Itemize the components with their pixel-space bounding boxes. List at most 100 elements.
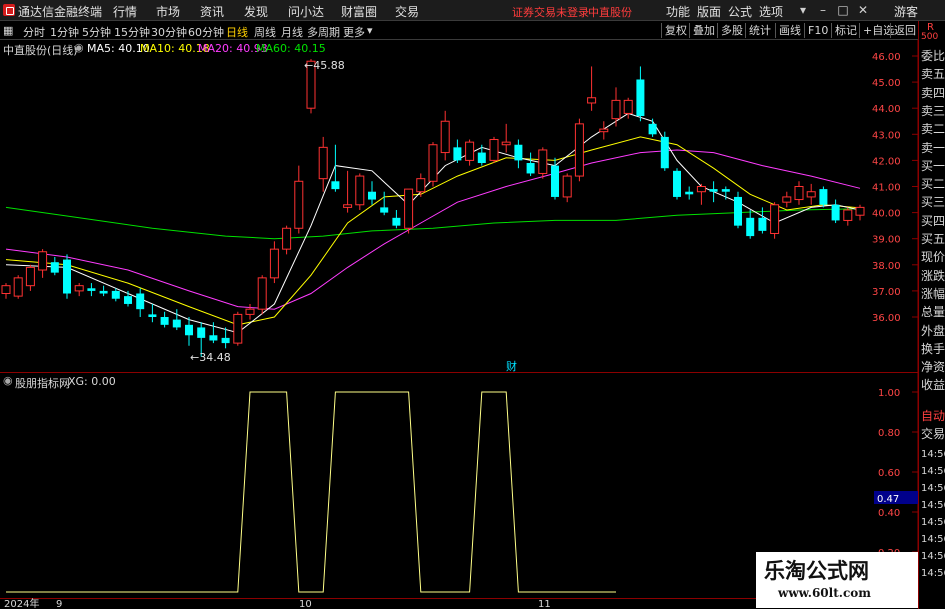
- btn-duogu[interactable]: 多股: [717, 23, 746, 38]
- ma60-label: MA60: 40.15: [256, 42, 326, 55]
- candle-body-up: [770, 204, 780, 234]
- candle-body-up: [501, 141, 511, 146]
- rpanel-item: 现价: [921, 250, 945, 265]
- tf-60min[interactable]: 60分钟: [188, 24, 224, 40]
- candle-body-down: [660, 136, 669, 169]
- maximize-icon[interactable]: □: [836, 3, 850, 17]
- rpanel-item: 自动: [921, 409, 945, 423]
- app-title: 通达信金融终端: [18, 5, 103, 19]
- rpanel-item: 买一: [921, 158, 945, 173]
- candle-body-up: [269, 248, 279, 279]
- candle-body-up: [38, 251, 48, 271]
- kline-y-tick-label: 36.00: [872, 313, 901, 324]
- ma60-line: [5, 206, 861, 240]
- candle-body-down: [685, 191, 694, 195]
- rpanel-item: 卖二: [921, 122, 945, 137]
- candle-body-down: [172, 319, 181, 328]
- tf-fenshi[interactable]: 分时: [23, 24, 45, 40]
- candle-body-up: [25, 266, 35, 287]
- menu-gongneng[interactable]: 功能: [666, 3, 690, 20]
- btn-f10[interactable]: F10: [804, 23, 831, 38]
- candle-body-up: [13, 277, 23, 297]
- btn-diejia[interactable]: 叠加: [689, 23, 718, 38]
- rpanel-item: 委比: [921, 49, 945, 63]
- btn-huaxian[interactable]: 画线: [775, 23, 804, 38]
- candle-body-up: [855, 206, 865, 216]
- candle-body-up: [282, 227, 292, 250]
- menubar: 通达信金融终端 行情 市场 资讯 发现 问小达 财富圈 交易 证券交易未登录 中…: [0, 0, 945, 21]
- rpanel-item: 涨跌: [921, 268, 945, 283]
- grid-icon[interactable]: ▦: [3, 24, 13, 37]
- candle-body-down: [648, 123, 657, 135]
- rpanel-item: 14:56: [921, 551, 945, 562]
- tf-15min[interactable]: 15分钟: [114, 24, 150, 40]
- menu-shichang[interactable]: 市场: [156, 3, 180, 20]
- menu-gongshi[interactable]: 公式: [728, 3, 752, 20]
- candle-body-down: [392, 217, 401, 226]
- more-chevron-icon[interactable]: ▾: [367, 24, 373, 37]
- tf-monthly[interactable]: 月线: [281, 24, 303, 40]
- kline-y-tick-label: 46.00: [872, 52, 901, 63]
- kline-svg[interactable]: 46.00 45.00 44.00 43.00 42.00 41.00 40.00 39.00…: [0, 40, 919, 372]
- menu-faxian[interactable]: 发现: [244, 3, 268, 20]
- candle-body-down: [136, 293, 145, 310]
- xg-line: [6, 391, 616, 593]
- kline-y-tick-label: 37.00: [872, 287, 901, 298]
- rpanel-500: 500: [921, 32, 939, 42]
- candle-body-up: [318, 146, 328, 180]
- menu-dropdown-icon[interactable]: ▾: [796, 3, 810, 17]
- indicator-settings-icon[interactable]: ◉: [3, 374, 13, 387]
- candle-body-down: [380, 207, 389, 213]
- candle-body-up: [257, 277, 267, 310]
- rpanel-item: 换手: [921, 341, 945, 356]
- user-guest[interactable]: 游客: [894, 3, 918, 20]
- candle-body-down: [197, 327, 206, 338]
- rpanel-item: 14:56: [921, 517, 945, 528]
- kline-settings-icon[interactable]: ◉: [74, 41, 84, 54]
- tf-daily[interactable]: 日线: [226, 24, 248, 40]
- candle-body-down: [721, 189, 730, 192]
- candle-body-down: [87, 288, 96, 291]
- tf-30min[interactable]: 30分钟: [151, 24, 187, 40]
- btn-biaoji[interactable]: 标记: [831, 23, 860, 38]
- rpanel-item: 买四: [921, 213, 945, 228]
- date-year: 2024年: [4, 599, 40, 609]
- tf-1min[interactable]: 1分钟: [50, 24, 79, 40]
- high-price-label: ←45.88: [304, 59, 345, 72]
- low-price-label: ←34.48: [190, 351, 231, 364]
- rpanel-item: 收益: [921, 378, 945, 393]
- menu-jiaoyi[interactable]: 交易: [395, 3, 419, 20]
- btn-tongji[interactable]: 统计: [745, 23, 774, 38]
- candle-body-up: [489, 139, 499, 161]
- candle-body-up: [623, 99, 633, 114]
- candle-body-up: [696, 186, 706, 193]
- menu-wenxiaoda[interactable]: 问小达: [288, 3, 324, 20]
- ind-y-tick-label: 1.00: [878, 388, 900, 399]
- btn-fanhui[interactable]: 返回: [890, 23, 919, 38]
- candle-body-down: [526, 163, 535, 174]
- menu-banmian[interactable]: 版面: [697, 3, 721, 20]
- menu-zixun[interactable]: 资讯: [200, 3, 224, 20]
- trade-login-notice[interactable]: 证券交易未登录: [512, 4, 589, 20]
- btn-fuquan[interactable]: 复权: [661, 23, 690, 38]
- tf-weekly[interactable]: 周线: [254, 24, 276, 40]
- kline-title: 中直股份(日线): [3, 44, 78, 57]
- menu-xuanxiang[interactable]: 选项: [759, 3, 783, 20]
- minimize-icon[interactable]: –: [816, 3, 830, 17]
- ind-y-tick-label: 0.60: [878, 468, 900, 479]
- tf-more[interactable]: 更多: [343, 24, 365, 40]
- candle-body-down: [124, 296, 132, 304]
- kline-chart[interactable]: 46.00 45.00 44.00 43.00 42.00 41.00 40.00 39.00…: [0, 40, 919, 373]
- menu-hangqing[interactable]: 行情: [113, 3, 137, 20]
- app-logo-icon: [3, 4, 15, 16]
- tf-multi[interactable]: 多周期: [307, 24, 340, 40]
- candle-body-up: [245, 308, 255, 315]
- kline-y-tick-label: 45.00: [872, 78, 901, 89]
- rpanel-item: 14:56: [921, 500, 945, 511]
- close-icon[interactable]: ✕: [856, 3, 870, 17]
- menu-caifuquan[interactable]: 财富圈: [341, 3, 377, 20]
- rpanel-item: 卖三: [921, 103, 945, 118]
- tf-5min[interactable]: 5分钟: [82, 24, 111, 40]
- candle-body-down: [185, 324, 193, 336]
- candle-body-up: [794, 186, 804, 201]
